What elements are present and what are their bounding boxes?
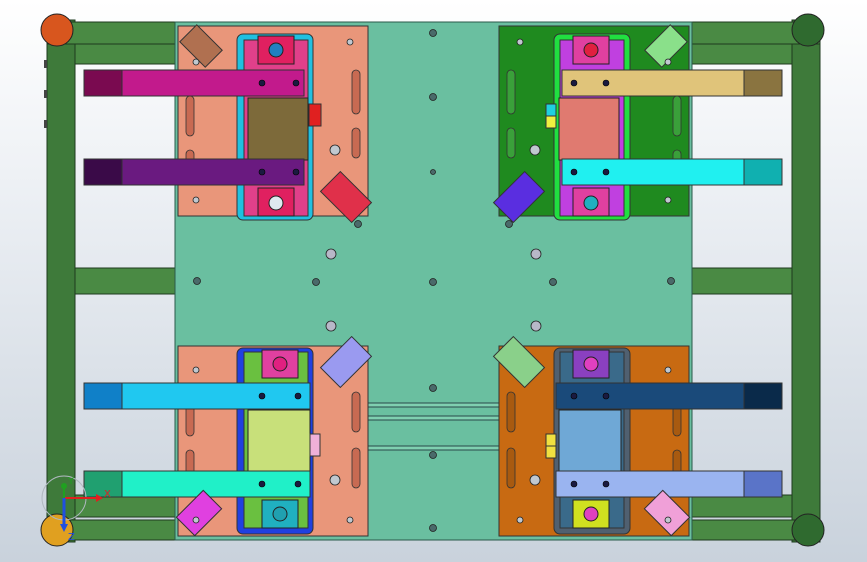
foot-top-right <box>791 13 825 47</box>
locator-pin <box>272 506 288 522</box>
frame-crossbar-mid-right <box>691 267 793 295</box>
side-block <box>545 445 557 459</box>
foot-top-left <box>40 13 74 47</box>
side-block <box>308 103 322 127</box>
frame-crossbar-lower-right <box>691 494 793 518</box>
work-block[interactable] <box>558 409 622 473</box>
locator-pin <box>268 195 284 211</box>
x-axis-label: X <box>104 489 111 500</box>
side-block <box>309 433 321 457</box>
locator-pin <box>583 195 599 211</box>
fixture-model: X Y Z <box>40 13 825 547</box>
z-axis-label: Z <box>68 532 75 543</box>
frame-rail-right <box>791 19 821 543</box>
pusher-arm-upper-end <box>83 382 123 410</box>
locator-pin <box>272 356 288 372</box>
frame-rail-left <box>46 19 76 543</box>
pusher-arm-lower-end <box>743 158 783 186</box>
foot-bottom-right <box>791 513 825 547</box>
y-axis-label: Y <box>67 476 75 487</box>
locator-pin <box>583 42 599 58</box>
pusher-arm-upper-end <box>83 69 123 97</box>
y-axis-dot <box>61 483 67 489</box>
side-block <box>545 103 557 117</box>
pusher-arm-lower-end <box>743 470 783 498</box>
frame-crossbar-upper-left <box>74 43 176 65</box>
frame-crossbar-mid-left <box>74 267 176 295</box>
work-block[interactable] <box>558 97 620 161</box>
work-block[interactable] <box>247 97 309 161</box>
pusher-arm-upper-end <box>743 69 783 97</box>
work-block[interactable] <box>247 409 311 473</box>
locator-pin <box>583 356 599 372</box>
locator-pin <box>583 506 599 522</box>
side-block <box>545 433 557 447</box>
pusher-arm-lower-end <box>83 158 123 186</box>
pusher-arm-upper-end <box>743 382 783 410</box>
locator-pin <box>268 42 284 58</box>
side-block <box>545 115 557 129</box>
pusher-arm-lower-end <box>83 470 123 498</box>
cad-viewport[interactable]: X Y Z <box>0 0 867 562</box>
frame-crossbar-upper-right <box>691 43 793 65</box>
